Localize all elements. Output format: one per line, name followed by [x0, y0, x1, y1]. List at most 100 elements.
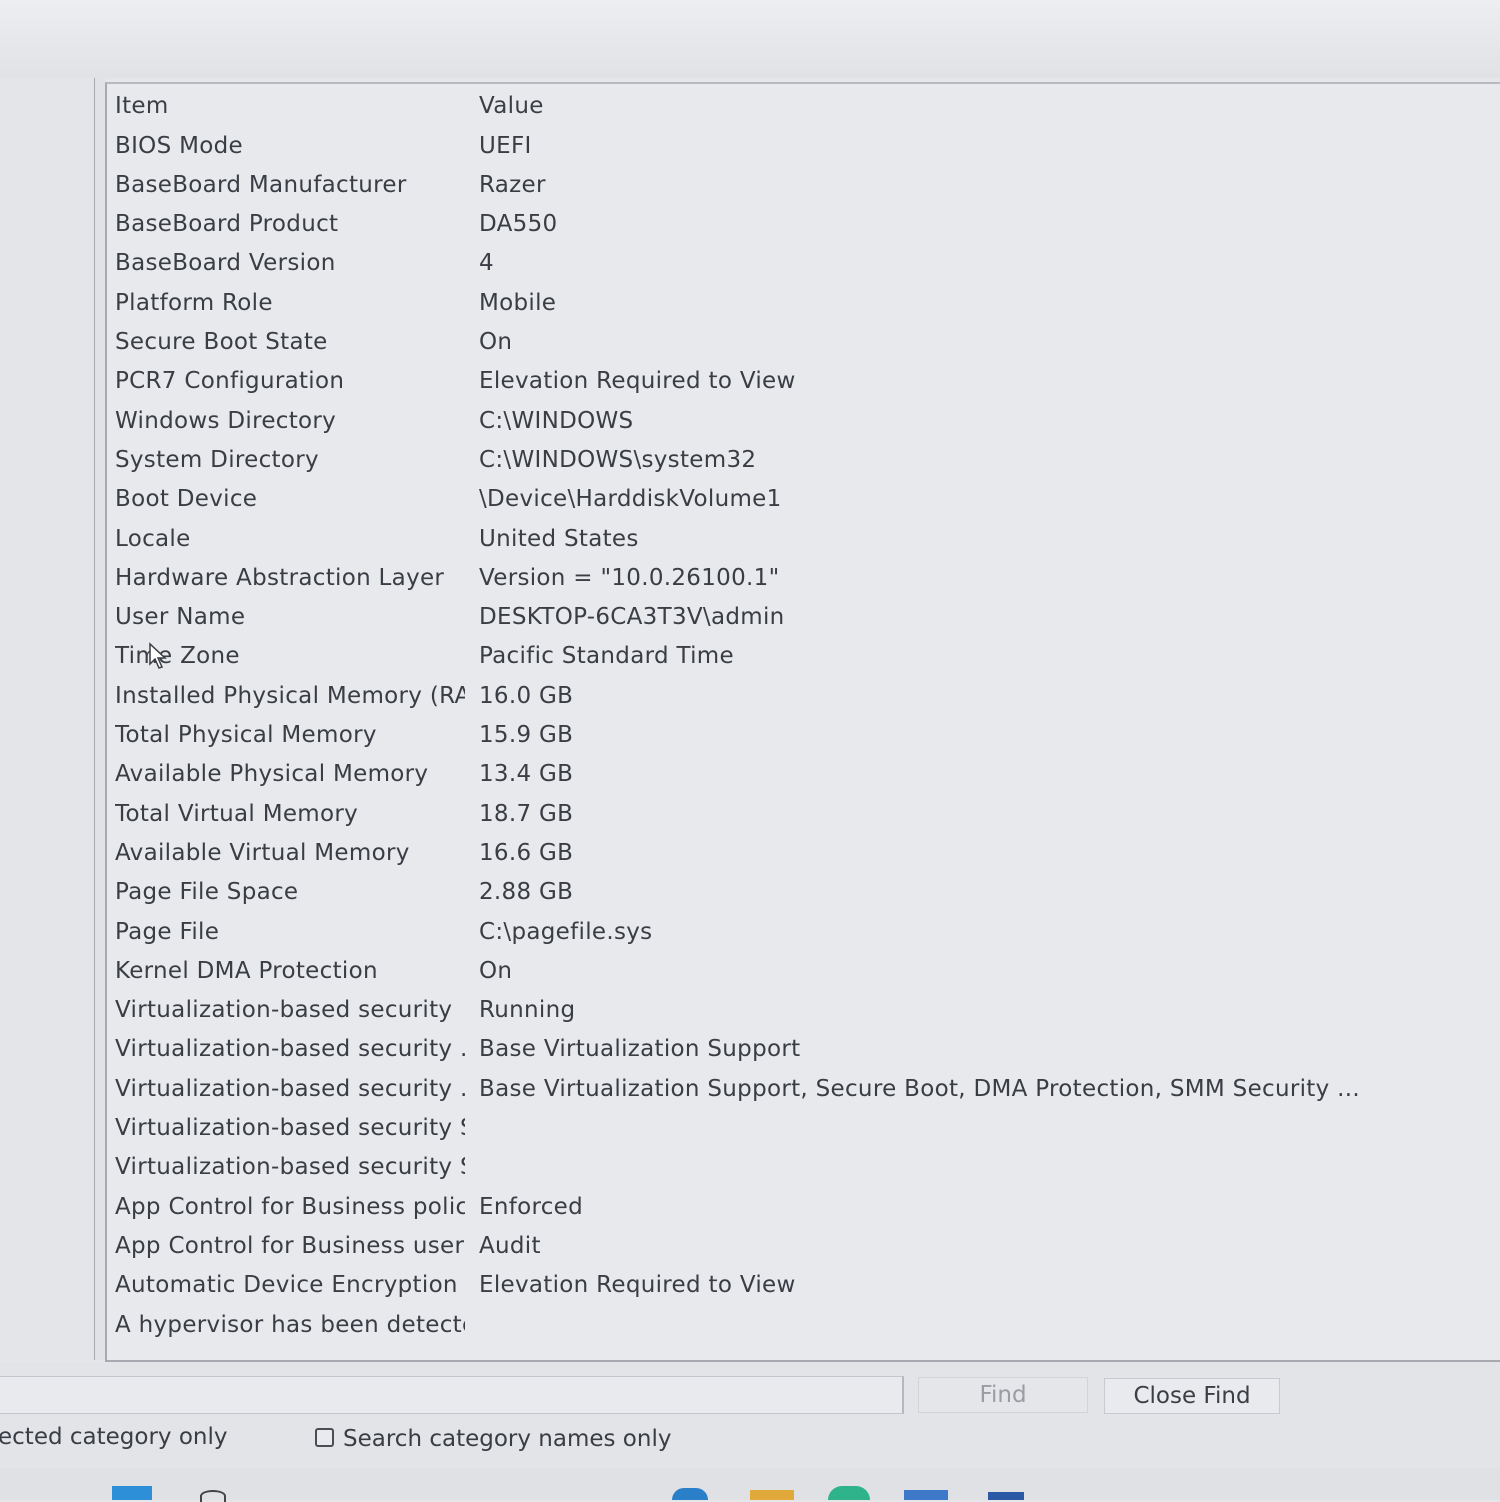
table-row[interactable]: Virtualization-based security S... — [107, 1109, 1497, 1148]
table-row[interactable]: Page File Space 2.88 GB — [107, 873, 1497, 912]
row-value-cell: DESKTOP-6CA3T3V\admin — [479, 604, 785, 631]
row-value-cell: C:\WINDOWS\system32 — [479, 446, 757, 473]
table-row[interactable]: Automatic Device Encryption ... Elevation… — [107, 1266, 1497, 1305]
row-value-cell: Running — [479, 997, 576, 1024]
table-row[interactable]: Locale United States — [107, 519, 1497, 558]
row-value-cell: 18.7 GB — [479, 800, 574, 827]
column-header-value[interactable]: Value — [479, 93, 544, 119]
row-item-cell: User Name — [115, 604, 246, 631]
row-value-cell: \Device\HarddiskVolume1 — [479, 486, 782, 513]
row-item-cell: Page File — [115, 918, 220, 945]
row-value-cell: Base Virtualization Support — [479, 1036, 801, 1063]
find-button[interactable]: Find — [918, 1377, 1088, 1413]
category-tree-pane[interactable] — [0, 78, 95, 1360]
row-item-cell: BIOS Mode — [115, 132, 243, 159]
system-summary-list[interactable]: Item Value BIOS Mode UEFI BaseBoard Manufa… — [105, 82, 1500, 1362]
row-value-cell: UEFI — [479, 132, 532, 159]
find-what-input[interactable] — [0, 1376, 904, 1414]
row-value-cell: Elevation Required to View — [479, 1272, 796, 1299]
row-value-cell: Base Virtualization Support, Secure Boot… — [479, 1075, 1360, 1102]
table-row[interactable]: Boot Device \Device\HarddiskVolume1 — [107, 480, 1497, 519]
row-item-cell: Virtualization-based security ... — [115, 1075, 465, 1102]
table-row[interactable]: A hypervisor has been detecte... — [107, 1305, 1497, 1344]
row-item-cell: Available Virtual Memory — [115, 839, 410, 866]
row-item-cell: PCR7 Configuration — [115, 368, 345, 395]
close-find-button[interactable]: Close Find — [1104, 1378, 1280, 1414]
table-row[interactable]: BaseBoard Manufacturer Razer — [107, 165, 1497, 204]
table-row[interactable]: Page File C:\pagefile.sys — [107, 912, 1497, 951]
table-row[interactable]: Available Physical Memory 13.4 GB — [107, 755, 1497, 794]
store-icon[interactable] — [904, 1490, 948, 1500]
checkbox-icon[interactable] — [315, 1428, 334, 1447]
table-row[interactable]: App Control for Business user ... Audit — [107, 1226, 1497, 1265]
row-value-cell: Mobile — [479, 289, 557, 316]
column-header-item[interactable]: Item — [115, 93, 465, 119]
table-row[interactable]: Time Zone Pacific Standard Time — [107, 637, 1497, 676]
table-row[interactable]: BaseBoard Product DA550 — [107, 205, 1497, 244]
row-item-cell: A hypervisor has been detecte... — [115, 1311, 465, 1338]
row-value-cell: Elevation Required to View — [479, 368, 796, 395]
row-value-cell: DA550 — [479, 211, 558, 238]
table-row[interactable]: Total Virtual Memory 18.7 GB — [107, 794, 1497, 833]
row-item-cell: Virtualization-based security ... — [115, 1036, 465, 1063]
row-item-cell: Automatic Device Encryption ... — [115, 1272, 465, 1299]
table-row[interactable]: Installed Physical Memory (RA... 16.0 GB — [107, 676, 1497, 715]
table-row[interactable]: Kernel DMA Protection On — [107, 951, 1497, 990]
row-item-cell: App Control for Business policy — [115, 1193, 465, 1220]
row-value-cell: Enforced — [479, 1193, 584, 1220]
row-item-cell: BaseBoard Version — [115, 250, 336, 277]
row-item-cell: Secure Boot State — [115, 329, 328, 355]
mouse-pointer-icon — [149, 642, 167, 669]
table-row[interactable]: Virtualization-based security ... Base Vi… — [107, 1069, 1497, 1108]
row-item-cell: Virtualization-based security S... — [115, 1154, 465, 1181]
row-value-cell: On — [479, 957, 513, 984]
table-row[interactable]: Secure Boot State On — [107, 323, 1497, 362]
search-selected-category-label[interactable]: ected category only — [0, 1424, 227, 1450]
table-row[interactable]: App Control for Business policy Enforced — [107, 1187, 1497, 1226]
row-value-cell: 4 — [479, 250, 494, 277]
row-item-cell: Available Physical Memory — [115, 761, 429, 788]
row-value-cell: Audit — [479, 1232, 541, 1259]
table-row[interactable]: Hardware Abstraction Layer Version = "10.… — [107, 558, 1497, 597]
table-row[interactable]: Platform Role Mobile — [107, 283, 1497, 322]
search-category-names-label[interactable]: Search category names only — [343, 1426, 671, 1452]
row-value-cell: 16.6 GB — [479, 839, 574, 866]
pane-splitter[interactable] — [95, 78, 105, 1360]
file-explorer-icon[interactable] — [750, 1490, 794, 1500]
table-row[interactable]: User Name DESKTOP-6CA3T3V\admin — [107, 598, 1497, 637]
app-icon[interactable] — [988, 1492, 1024, 1500]
row-value-cell: Razer — [479, 171, 546, 198]
list-header: Item Value — [107, 86, 1497, 125]
window-top-band — [0, 0, 1500, 78]
row-item-cell: BaseBoard Product — [115, 211, 339, 238]
table-row[interactable]: BaseBoard Version 4 — [107, 244, 1497, 283]
table-row[interactable]: PCR7 Configuration Elevation Required to … — [107, 362, 1497, 401]
table-row[interactable]: Virtualization-based security Running — [107, 991, 1497, 1030]
table-row[interactable]: Virtualization-based security ... Base Vi… — [107, 1030, 1497, 1069]
row-value-cell: 13.4 GB — [479, 761, 574, 788]
table-row[interactable]: Available Virtual Memory 16.6 GB — [107, 833, 1497, 872]
taskbar — [0, 1468, 1500, 1502]
row-item-cell: Platform Role — [115, 289, 273, 316]
browser-icon[interactable] — [828, 1486, 870, 1500]
edge-icon[interactable] — [672, 1488, 708, 1500]
row-item-cell: Boot Device — [115, 486, 258, 513]
row-item-cell: Windows Directory — [115, 407, 337, 434]
row-value-cell: C:\pagefile.sys — [479, 918, 653, 945]
row-value-cell: On — [479, 329, 513, 355]
search-icon[interactable] — [200, 1490, 226, 1502]
row-item-cell: BaseBoard Manufacturer — [115, 171, 407, 198]
row-item-cell: Total Physical Memory — [115, 722, 377, 748]
start-icon[interactable] — [112, 1486, 152, 1500]
table-row[interactable]: BIOS Mode UEFI — [107, 126, 1497, 165]
table-row[interactable]: Virtualization-based security S... — [107, 1148, 1497, 1187]
row-item-cell: App Control for Business user ... — [115, 1232, 465, 1259]
table-row[interactable]: Total Physical Memory 15.9 GB — [107, 716, 1497, 755]
row-item-cell: Locale — [115, 525, 191, 552]
row-item-cell: Installed Physical Memory (RA... — [115, 682, 465, 709]
row-value-cell: 15.9 GB — [479, 722, 574, 748]
row-value-cell: Pacific Standard Time — [479, 643, 734, 670]
table-row[interactable]: Windows Directory C:\WINDOWS — [107, 401, 1497, 440]
row-item-cell: Page File Space — [115, 879, 299, 906]
table-row[interactable]: System Directory C:\WINDOWS\system32 — [107, 440, 1497, 479]
